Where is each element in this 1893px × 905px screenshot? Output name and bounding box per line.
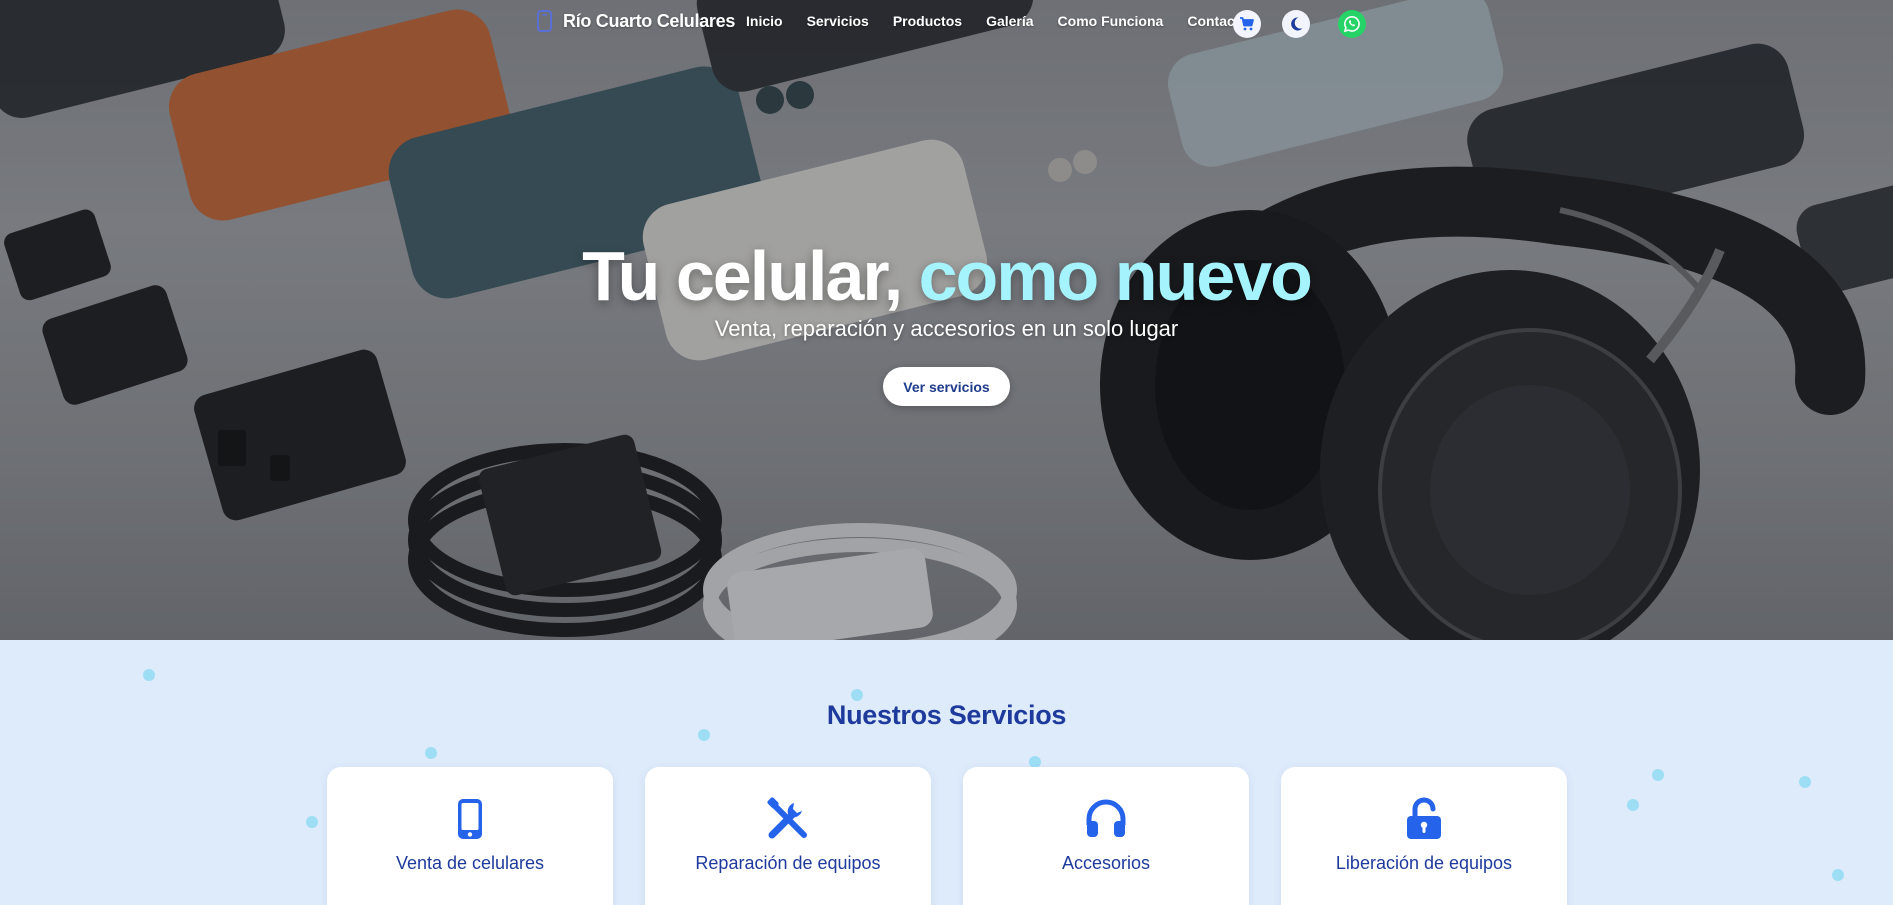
decorative-dot <box>1652 769 1664 781</box>
mobile-phone-icon <box>458 799 482 839</box>
service-card-label: Reparación de equipos <box>695 853 881 873</box>
service-card-reparacion[interactable]: Reparación de equipos <box>645 767 931 905</box>
hero-section: Tu celular, como nuevo Venta, reparación… <box>0 0 1893 640</box>
hero-subtitle: Venta, reparación y accesorios en un sol… <box>714 316 1179 341</box>
hero-title-main: Tu celular, <box>582 237 903 315</box>
hero-title-accent: como nuevo <box>918 237 1313 315</box>
decorative-dot <box>1799 776 1811 788</box>
decorative-dot <box>425 747 437 759</box>
services-section: Nuestros Servicios Venta de celulares Re… <box>0 640 1893 905</box>
nav-link-servicios[interactable]: Servicios <box>807 13 869 29</box>
service-card-accesorios[interactable]: Accesorios <box>963 767 1249 905</box>
service-card-label: Accesorios <box>1061 853 1151 873</box>
nav-link-galeria[interactable]: Galería <box>986 13 1033 29</box>
moon-icon <box>1291 17 1303 31</box>
service-card-venta[interactable]: Venta de celulares <box>327 767 613 905</box>
whatsapp-icon <box>1343 15 1360 33</box>
top-navbar: Río Cuarto Celulares Inicio Servicios Pr… <box>0 0 1893 48</box>
hero-title: Tu celular, como nuevo <box>0 236 1893 316</box>
decorative-dot <box>1627 799 1639 811</box>
cart-icon <box>1240 17 1254 31</box>
decorative-dot <box>143 669 155 681</box>
cart-button[interactable] <box>1233 10 1261 38</box>
theme-toggle-button[interactable] <box>1282 10 1310 38</box>
decorative-dot <box>306 816 318 828</box>
brand[interactable]: Río Cuarto Celulares <box>535 10 735 32</box>
unlock-icon <box>1407 797 1441 839</box>
services-title: Nuestros Servicios <box>826 700 1067 730</box>
brand-name: Río Cuarto Celulares <box>563 10 736 31</box>
nav-links: Inicio Servicios Productos Galería Como … <box>746 13 1248 29</box>
tools-icon <box>767 797 807 839</box>
brand-logo-icon <box>537 10 552 32</box>
headphones-icon <box>1086 799 1126 837</box>
view-services-button[interactable]: Ver servicios <box>883 367 1010 406</box>
nav-link-como-funciona[interactable]: Como Funciona <box>1058 13 1164 29</box>
whatsapp-button[interactable] <box>1338 10 1366 38</box>
service-card-label: Venta de celulares <box>395 853 545 873</box>
service-card-liberacion[interactable]: Liberación de equipos <box>1281 767 1567 905</box>
nav-link-productos[interactable]: Productos <box>893 13 962 29</box>
nav-link-inicio[interactable]: Inicio <box>746 13 783 29</box>
service-card-label: Liberación de equipos <box>1335 853 1513 873</box>
decorative-dot <box>1832 869 1844 881</box>
